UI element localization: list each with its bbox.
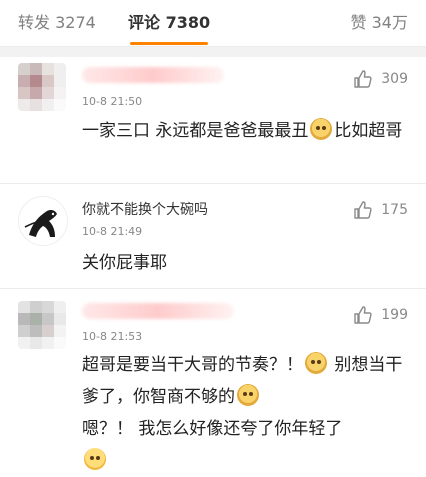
tab-likes-label: 赞 xyxy=(350,13,367,32)
like-count: 175 xyxy=(381,202,408,218)
like-button[interactable]: 309 xyxy=(353,69,408,89)
thinking-emoji xyxy=(84,448,106,470)
avatar[interactable] xyxy=(18,63,66,111)
thumbs-up-icon xyxy=(354,70,372,88)
comment-item: 10-8 21:50 309 一家三口 永远都是爸爸最最丑 比如超哥 xyxy=(0,57,426,183)
comment-tabs: 转发 3274 评论 7380 赞 34万 xyxy=(0,0,426,47)
username[interactable]: 你就不能换个大碗吗 xyxy=(82,199,208,219)
comment-text-part: 嗯？！ 我怎么好像还夸了你年轻了 xyxy=(82,419,343,439)
tab-likes[interactable]: 赞 34万 xyxy=(351,10,408,36)
like-button[interactable]: 175 xyxy=(353,200,408,220)
comment-item: 你就不能换个大碗吗 10-8 21:49 175 关你屁事耶 xyxy=(0,184,426,288)
like-button[interactable]: 199 xyxy=(353,305,408,325)
doge-emoji xyxy=(305,352,327,374)
comment-text-part: 一家三口 永远都是爸爸最最丑 xyxy=(82,121,309,141)
comment-text: 关你屁事耶 xyxy=(82,253,167,273)
comment-text-part: 比如超哥 xyxy=(334,121,403,141)
username-blurred[interactable] xyxy=(82,303,234,319)
tab-repost-count: 3274 xyxy=(55,13,96,32)
like-count: 199 xyxy=(381,307,408,323)
doge-emoji xyxy=(310,118,333,140)
avatar-image xyxy=(24,210,57,237)
avatar[interactable] xyxy=(18,196,68,246)
like-count: 309 xyxy=(381,71,408,87)
tab-repost[interactable]: 转发 3274 xyxy=(18,10,96,36)
avatar[interactable] xyxy=(18,301,66,349)
comment-text-part: 超哥是要当干大哥的节奏？！ xyxy=(82,355,303,375)
comment-time: 10-8 21:49 xyxy=(82,225,143,238)
active-tab-indicator xyxy=(130,42,208,45)
thumbs-up-icon xyxy=(354,306,372,324)
tab-comments[interactable]: 评论 7380 xyxy=(128,10,210,36)
tab-likes-count: 34万 xyxy=(371,13,408,32)
thumbs-up-icon xyxy=(354,201,372,219)
username-blurred[interactable] xyxy=(82,67,224,83)
doge-emoji xyxy=(237,384,259,406)
section-gap xyxy=(0,47,426,57)
comment-item: 10-8 21:53 199 超哥是要当干大哥的节奏？！ 别想当干爹了，你智商不… xyxy=(0,289,426,472)
tab-comments-label: 评论 xyxy=(128,13,161,32)
tab-repost-label: 转发 xyxy=(18,13,51,32)
comment-time: 10-8 21:50 xyxy=(82,95,143,108)
comment-text: 超哥是要当干大哥的节奏？！ 别想当干爹了，你智商不够的 嗯？！ 我怎么好像还夸了… xyxy=(82,349,412,477)
comment-time: 10-8 21:53 xyxy=(82,330,143,343)
comment-text: 一家三口 永远都是爸爸最最丑 比如超哥 xyxy=(82,115,412,147)
tab-comments-count: 7380 xyxy=(165,13,211,32)
